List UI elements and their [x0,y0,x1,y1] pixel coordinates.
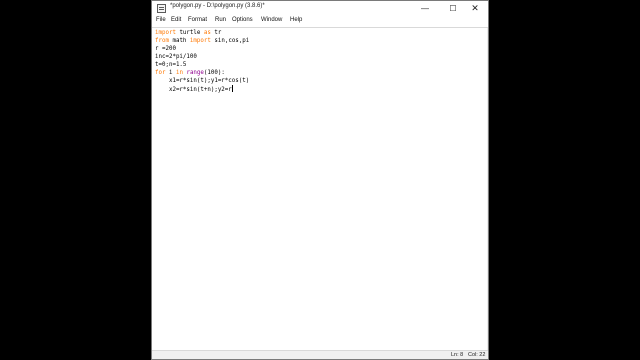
code-token: inc=2*pi/100 [155,54,197,60]
code-token: t=0;n=1.5 [155,62,187,68]
code-token: i [165,70,176,76]
keyword-token: as [203,30,211,36]
code-line-5[interactable]: t=0;n=1.5 [155,61,186,69]
code-line-1[interactable]: import turtle as tr [155,29,221,37]
close-button[interactable]: ✕ [464,1,486,16]
builtin-token: range [186,70,204,76]
python-file-icon [157,4,166,13]
code-token: r =200 [155,46,176,52]
code-token: turtle [175,30,204,36]
vertical-scrollbar[interactable] [487,28,488,350]
text-cursor [231,85,233,92]
menu-help[interactable]: Help [290,17,302,23]
maximize-button[interactable]: ☐ [442,1,464,16]
minimize-button[interactable]: — [414,1,436,16]
code-line-4[interactable]: inc=2*pi/100 [155,53,197,61]
keyword-token: from [155,38,169,44]
status-line-number: Ln: 8 [451,352,464,358]
idle-editor-window: *polygon.py - D:\polygon.py (3.8.6)* — ☐… [151,0,489,360]
keyword-token: import [155,30,176,36]
menu-window[interactable]: Window [261,17,282,23]
code-line-2[interactable]: from math import sin,cos,pi [155,37,249,45]
window-title: *polygon.py - D:\polygon.py (3.8.6)* [170,3,265,9]
menu-bar: File Edit Format Run Options Window Help [152,16,488,28]
code-line-3[interactable]: r =200 [155,45,176,53]
status-column-number: Col: 22 [468,352,486,358]
menu-edit[interactable]: Edit [171,17,181,23]
code-token: tr [210,30,222,36]
code-token: math [168,38,190,44]
code-editor[interactable]: import turtle as tr from math import sin,… [152,28,488,350]
code-line-8[interactable]: x2=r*sin(t+n);y2=r [155,85,233,93]
keyword-token: in [175,70,183,76]
code-token: x1=r*sin(t);y1=r*cos(t) [155,78,250,84]
status-bar: Ln: 8 Col: 22 [152,350,488,359]
title-bar[interactable]: *polygon.py - D:\polygon.py (3.8.6)* — ☐… [152,1,488,16]
code-line-6[interactable]: for i in range(100): [155,69,225,77]
code-token: (100): [203,70,225,76]
keyword-token: import [189,38,211,44]
code-token: x2=r*sin(t+n);y2=r [155,87,232,93]
menu-file[interactable]: File [156,17,166,23]
menu-options[interactable]: Options [232,17,253,23]
code-line-7[interactable]: x1=r*sin(t);y1=r*cos(t) [155,77,249,85]
code-token: sin,cos,pi [210,38,250,44]
menu-format[interactable]: Format [188,17,207,23]
menu-run[interactable]: Run [215,17,226,23]
keyword-token: for [155,70,166,76]
